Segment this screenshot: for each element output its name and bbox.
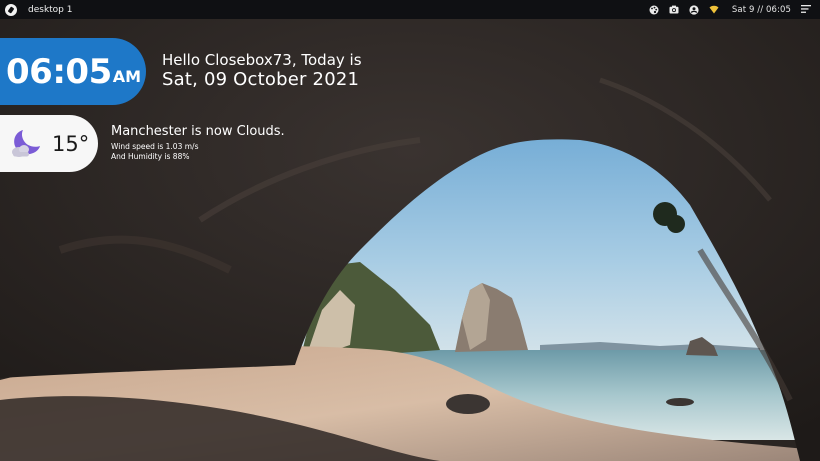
weather-details: Manchester is now Clouds. Wind speed is … — [111, 124, 285, 162]
workspace-label[interactable]: desktop 1 — [28, 5, 73, 15]
date-text: Sat, 09 October 2021 — [162, 69, 360, 90]
temperature: 15° — [52, 131, 90, 156]
weather-summary: Manchester is now Clouds. — [111, 124, 285, 139]
user-icon[interactable] — [689, 4, 700, 15]
clock-ampm: AM — [112, 67, 142, 86]
menu-icon[interactable] — [801, 4, 812, 15]
moon-cloud-icon — [9, 127, 43, 161]
screenshot-icon[interactable] — [669, 4, 680, 15]
network-icon[interactable] — [709, 4, 720, 15]
panel-clock[interactable]: Sat 9 // 06:05 — [732, 5, 791, 15]
wind-speed: Wind speed is 1.03 m/s — [111, 142, 199, 151]
greeting-block: Hello Closebox73, Today is Sat, 09 Octob… — [162, 51, 362, 91]
weather-widget: 15° — [0, 115, 98, 172]
launcher-icon[interactable] — [5, 3, 17, 16]
humidity: And Humidity is 88% — [111, 152, 190, 161]
palette-icon[interactable] — [649, 4, 660, 15]
clock-time: 06:05 — [6, 51, 112, 92]
top-panel: desktop 1 Sat 9 // 06:05 — [0, 0, 820, 19]
clock-widget: 06:05 AM — [0, 38, 146, 105]
greeting-text: Hello Closebox73, Today is — [162, 51, 362, 69]
